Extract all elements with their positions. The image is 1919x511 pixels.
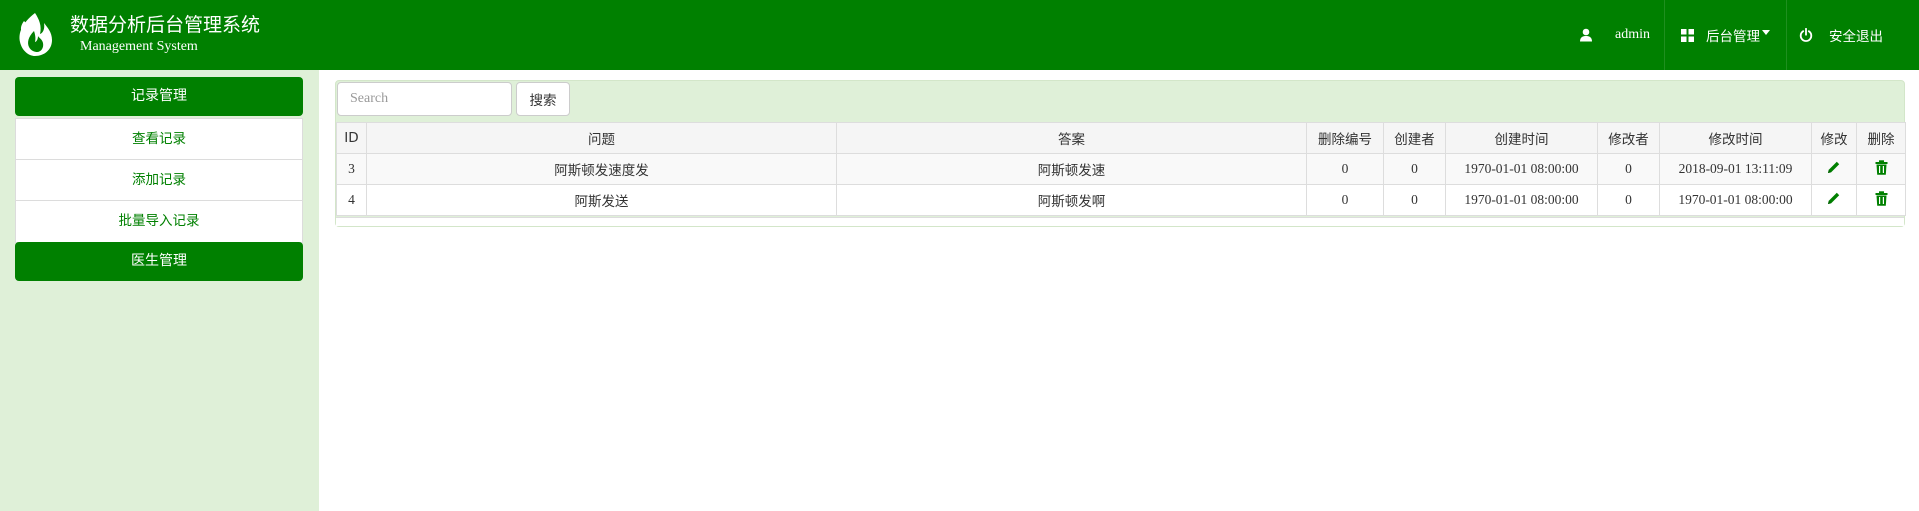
logout-link[interactable]: 安全退出 <box>1787 0 1919 70</box>
cell-delete <box>1856 153 1906 185</box>
cell-delete-no: 0 <box>1306 153 1384 185</box>
cell-creator: 0 <box>1383 184 1446 216</box>
sidebar-item-batch-import[interactable]: 批量导入记录 <box>16 201 302 242</box>
sidebar-group-doctors[interactable]: 医生管理 <box>15 242 303 281</box>
cell-modifier: 0 <box>1597 153 1660 185</box>
col-header-creator: 创建者 <box>1383 122 1446 154</box>
cell-edit <box>1811 184 1857 216</box>
col-header-delete: 删除 <box>1856 122 1906 154</box>
user-menu[interactable]: admin <box>1579 0 1664 70</box>
sidebar-item-view-records[interactable]: 查看记录 <box>16 119 302 160</box>
col-header-answer: 答案 <box>836 122 1307 154</box>
col-header-delete-no: 删除编号 <box>1306 122 1384 154</box>
cell-id: 4 <box>336 184 367 216</box>
admin-dropdown-label: 后台管理 <box>1706 29 1760 45</box>
th-large-icon <box>1681 28 1694 42</box>
cell-created-time: 1970-01-01 08:00:00 <box>1445 184 1598 216</box>
cell-delete <box>1856 184 1906 216</box>
trash-icon[interactable] <box>1875 159 1888 175</box>
cell-question: 阿斯发送 <box>366 184 837 216</box>
navbar-right: admin 后台管理 安全退出 <box>1579 0 1919 70</box>
cell-delete-no: 0 <box>1306 184 1384 216</box>
top-navbar: 数据分析后台管理系统 Management System admin 后台管理 … <box>0 0 1919 70</box>
cell-id: 3 <box>336 153 367 185</box>
table-row: 3 阿斯顿发速度发 阿斯顿发速 0 0 1970-01-01 08:00:00 … <box>336 153 1906 185</box>
sidebar: 记录管理 查看记录 添加记录 批量导入记录 医生管理 <box>0 70 319 511</box>
cell-creator: 0 <box>1383 153 1446 185</box>
cell-question: 阿斯顿发速度发 <box>366 153 837 185</box>
col-header-modified-time: 修改时间 <box>1659 122 1812 154</box>
sidebar-item-add-record[interactable]: 添加记录 <box>16 160 302 201</box>
records-panel: 搜索 ID 问题 答案 删除编号 创建者 创建时间 修改者 修改时间 修改 删除… <box>335 80 1906 227</box>
app-subtitle: Management System <box>80 39 198 54</box>
cell-answer: 阿斯顿发啊 <box>836 184 1307 216</box>
col-header-edit: 修改 <box>1811 122 1857 154</box>
pencil-icon[interactable] <box>1827 160 1841 174</box>
table-footer <box>336 217 1904 226</box>
col-header-created-time: 创建时间 <box>1445 122 1598 154</box>
pencil-icon[interactable] <box>1827 191 1841 205</box>
caret-down-icon <box>1762 29 1770 35</box>
flame-logo-icon <box>19 13 53 56</box>
app-title: 数据分析后台管理系统 <box>70 14 261 36</box>
logout-label: 安全退出 <box>1829 29 1883 45</box>
cell-created-time: 1970-01-01 08:00:00 <box>1445 153 1598 185</box>
sidebar-group-records[interactable]: 记录管理 <box>15 77 303 116</box>
trash-icon[interactable] <box>1875 190 1888 206</box>
table-row: 4 阿斯发送 阿斯顿发啊 0 0 1970-01-01 08:00:00 0 1… <box>336 184 1906 216</box>
cell-modified-time: 2018-09-01 13:11:09 <box>1659 153 1812 185</box>
search-input[interactable] <box>337 82 512 116</box>
username-label: admin <box>1615 27 1650 42</box>
cell-modified-time: 1970-01-01 08:00:00 <box>1659 184 1812 216</box>
cell-edit <box>1811 153 1857 185</box>
search-button[interactable]: 搜索 <box>516 82 570 116</box>
cell-answer: 阿斯顿发速 <box>836 153 1307 185</box>
power-icon <box>1799 28 1813 42</box>
col-header-modifier: 修改者 <box>1597 122 1660 154</box>
cell-modifier: 0 <box>1597 184 1660 216</box>
col-header-question: 问题 <box>366 122 837 154</box>
table-header-row: ID 问题 答案 删除编号 创建者 创建时间 修改者 修改时间 修改 删除 <box>336 122 1906 154</box>
admin-dropdown[interactable]: 后台管理 <box>1664 0 1787 70</box>
user-icon <box>1579 28 1593 42</box>
sidebar-records-submenu: 查看记录 添加记录 批量导入记录 <box>15 118 303 243</box>
col-header-id: ID <box>336 122 367 154</box>
records-table: ID 问题 答案 删除编号 创建者 创建时间 修改者 修改时间 修改 删除 3 … <box>336 122 1906 216</box>
